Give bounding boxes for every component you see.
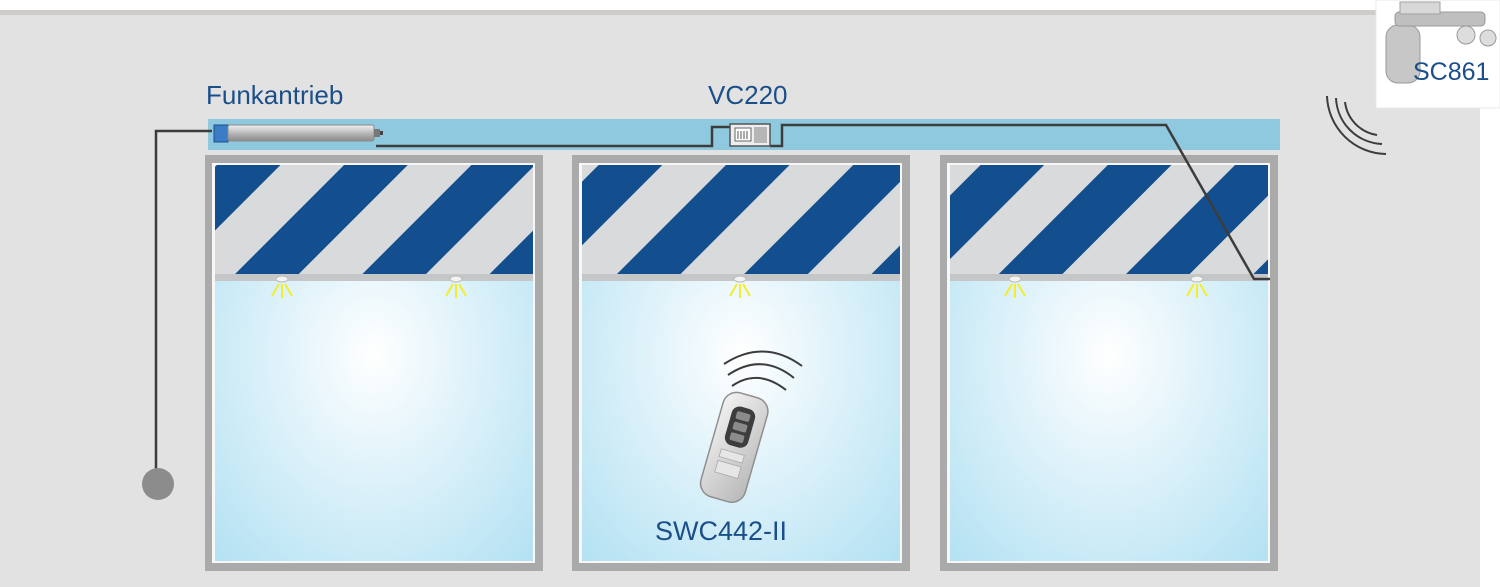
window-2 [572, 155, 910, 571]
sensor-label: SC861 [1413, 58, 1490, 86]
remote-label: SWC442-II [655, 516, 788, 546]
controller-box-icon [729, 123, 771, 147]
ground-contact-icon [142, 468, 174, 500]
controller-label: VC220 [708, 80, 788, 110]
motor-icon [213, 124, 383, 143]
weather-sensor-icon [1375, 0, 1500, 109]
window-3 [940, 155, 1278, 571]
awning-stripes [582, 165, 900, 275]
window-1 [205, 155, 543, 571]
motor-label: Funkantrieb [206, 80, 344, 110]
awning-stripes [215, 165, 533, 275]
